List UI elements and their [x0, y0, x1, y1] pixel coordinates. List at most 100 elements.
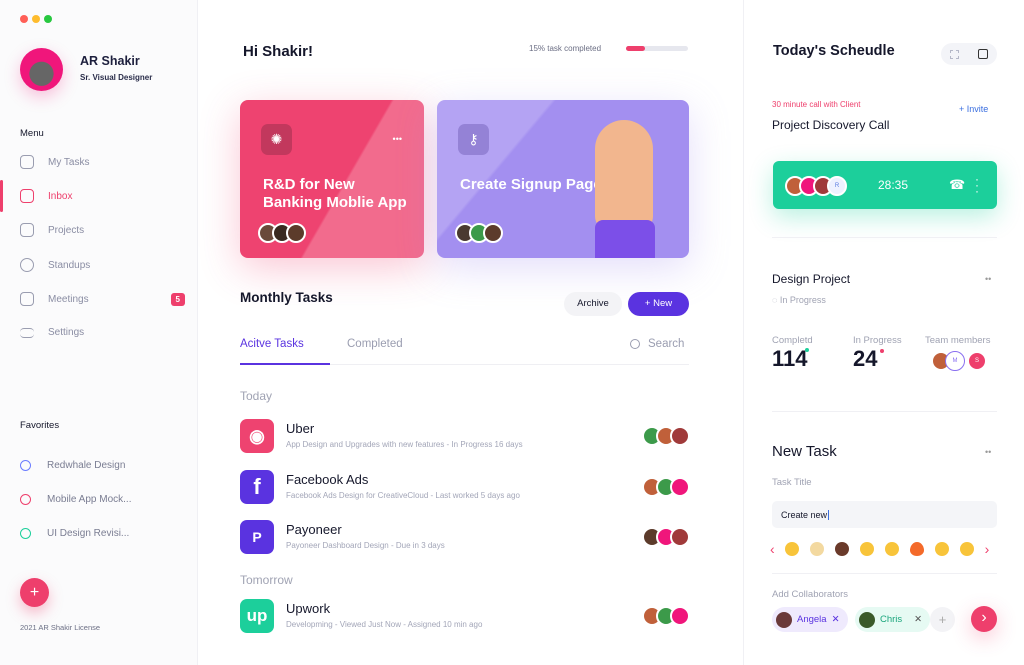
- collaborator-name: Angela: [797, 614, 827, 625]
- divider: [772, 573, 997, 574]
- uber-logo-icon: ◉: [240, 419, 274, 453]
- beaming-icon[interactable]: [934, 542, 949, 556]
- nav-label: Standups: [48, 259, 91, 271]
- inbox-tray-icon: [20, 155, 34, 169]
- circle-icon: [20, 494, 31, 505]
- status-dot: [880, 349, 884, 353]
- grinning-icon[interactable]: [884, 542, 899, 556]
- task-desc: Developming - Viewed Just Now - Assigned…: [286, 620, 483, 629]
- woman-icon[interactable]: [834, 542, 849, 556]
- close-window-button[interactable]: [20, 15, 28, 23]
- remove-icon[interactable]: ✕: [914, 614, 922, 625]
- divider: [772, 411, 997, 412]
- task-name: Payoneer: [286, 522, 342, 537]
- cowboy-face-icon[interactable]: [784, 542, 799, 556]
- license-text: 2021 AR Shakir License: [20, 623, 101, 632]
- remove-icon[interactable]: ✕: [832, 614, 840, 625]
- tab-completed[interactable]: Completed: [347, 338, 403, 350]
- task-avatars: [642, 426, 690, 446]
- design-project-title: Design Project: [772, 272, 851, 286]
- fire-icon[interactable]: [909, 542, 924, 556]
- completed-label: Completd: [772, 335, 813, 346]
- favorite-item[interactable]: Mobile App Mock...: [20, 494, 131, 505]
- astonished-icon[interactable]: [859, 542, 874, 556]
- more-icon[interactable]: •••: [393, 134, 402, 144]
- task-desc: App Design and Upgrades with new feature…: [286, 440, 523, 449]
- favorite-label: Mobile App Mock...: [47, 494, 132, 505]
- card-title: Create Signup Page: [460, 176, 602, 193]
- calendar-icon: [20, 292, 34, 306]
- sidebar-item-meetings[interactable]: Meetings 5: [20, 292, 185, 306]
- tab-underline: [240, 363, 330, 365]
- more-vertical-icon[interactable]: · · ·: [975, 173, 979, 197]
- task-name: Uber: [286, 421, 315, 436]
- add-collaborator-button[interactable]: +: [930, 607, 955, 632]
- completed-count: 114: [772, 346, 808, 371]
- in-progress-label: In Progress: [853, 335, 902, 346]
- minimize-window-button[interactable]: [32, 15, 40, 23]
- more-icon[interactable]: ••: [985, 447, 991, 457]
- sidebar-item-my-tasks[interactable]: My Tasks: [20, 155, 185, 169]
- team-avatars: MS: [925, 351, 987, 371]
- status-text: In Progress: [779, 295, 826, 305]
- upwork-logo-icon: up: [240, 599, 274, 633]
- chevron-left-icon[interactable]: ‹: [770, 541, 775, 557]
- sidebar-item-standups[interactable]: Standups: [20, 258, 185, 272]
- key-icon: ⚷: [458, 124, 489, 155]
- sidebar: AR Shakir Sr. Visual Designer Menu My Ta…: [0, 0, 198, 665]
- sidebar-item-inbox[interactable]: Inbox: [20, 189, 185, 203]
- nav-label: My Tasks: [48, 156, 90, 168]
- task-row[interactable]: up Upwork Developming - Viewed Just Now - …: [240, 599, 690, 639]
- section-today: Today: [240, 389, 273, 403]
- avatar[interactable]: [20, 48, 63, 91]
- chevron-right-icon[interactable]: ›: [985, 541, 990, 557]
- task-row[interactable]: ◉ Uber App Design and Upgrades with new fe…: [240, 419, 690, 459]
- view-toggle[interactable]: [941, 43, 997, 65]
- sidebar-item-projects[interactable]: Projects: [20, 223, 185, 237]
- hash-icon: [20, 223, 34, 237]
- nav-label: Inbox: [48, 190, 73, 202]
- clock-icon: [20, 258, 34, 272]
- winking-icon[interactable]: [959, 542, 974, 556]
- party-popper-icon[interactable]: [809, 542, 824, 556]
- lightbulb-icon: ✺: [261, 124, 292, 155]
- maximize-window-button[interactable]: [44, 15, 52, 23]
- add-button[interactable]: +: [20, 578, 49, 607]
- more-icon[interactable]: ••: [985, 274, 991, 284]
- favorite-item[interactable]: UI Design Revisi...: [20, 528, 129, 539]
- grid-icon[interactable]: [950, 49, 960, 59]
- payoneer-logo-icon: P: [240, 520, 274, 554]
- chat-icon: [20, 189, 34, 203]
- task-card-signup[interactable]: ⚷ Create Signup Page: [437, 100, 689, 258]
- card-avatars: [455, 223, 503, 243]
- task-row[interactable]: f Facebook Ads Facebook Ads Design for Cre…: [240, 470, 690, 510]
- task-title-input[interactable]: Create new: [772, 501, 997, 528]
- in-progress-count: 24: [853, 346, 878, 371]
- search-icon: [630, 339, 640, 349]
- archive-button[interactable]: Archive: [564, 292, 622, 316]
- progress-fill: [626, 46, 645, 51]
- invite-button[interactable]: + Invite: [959, 104, 988, 114]
- search-input[interactable]: Search: [630, 338, 684, 350]
- call-bar: R 28:35 ☎ · · ·: [773, 161, 997, 209]
- panel-divider: [743, 0, 744, 665]
- sidebar-item-settings[interactable]: Settings: [20, 327, 185, 338]
- submit-button[interactable]: ›: [971, 606, 997, 632]
- calendar-icon[interactable]: [977, 49, 988, 59]
- new-button[interactable]: + New: [628, 292, 689, 316]
- greeting: Hi Shakir!: [243, 43, 314, 60]
- progress-bar: [626, 46, 688, 51]
- hang-up-icon[interactable]: ☎: [949, 177, 965, 193]
- task-card-banking[interactable]: ✺ ••• R&D for New Banking Moblie App: [240, 100, 424, 258]
- card-avatars: [258, 223, 306, 243]
- nav-label: Settings: [48, 327, 85, 338]
- task-row[interactable]: P Payoneer Payoneer Dashboard Design - Due…: [240, 520, 690, 560]
- favorite-item[interactable]: Redwhale Design: [20, 460, 125, 471]
- status-dot: [805, 348, 809, 352]
- schedule-title: Today's Scheudle: [773, 43, 895, 59]
- project-status: ◌ In Progress: [772, 295, 826, 305]
- favorites-heading: Favorites: [20, 420, 60, 431]
- search-placeholder: Search: [648, 338, 685, 350]
- tab-active-tasks[interactable]: Acitve Tasks: [240, 338, 304, 350]
- circle-icon: [20, 460, 31, 471]
